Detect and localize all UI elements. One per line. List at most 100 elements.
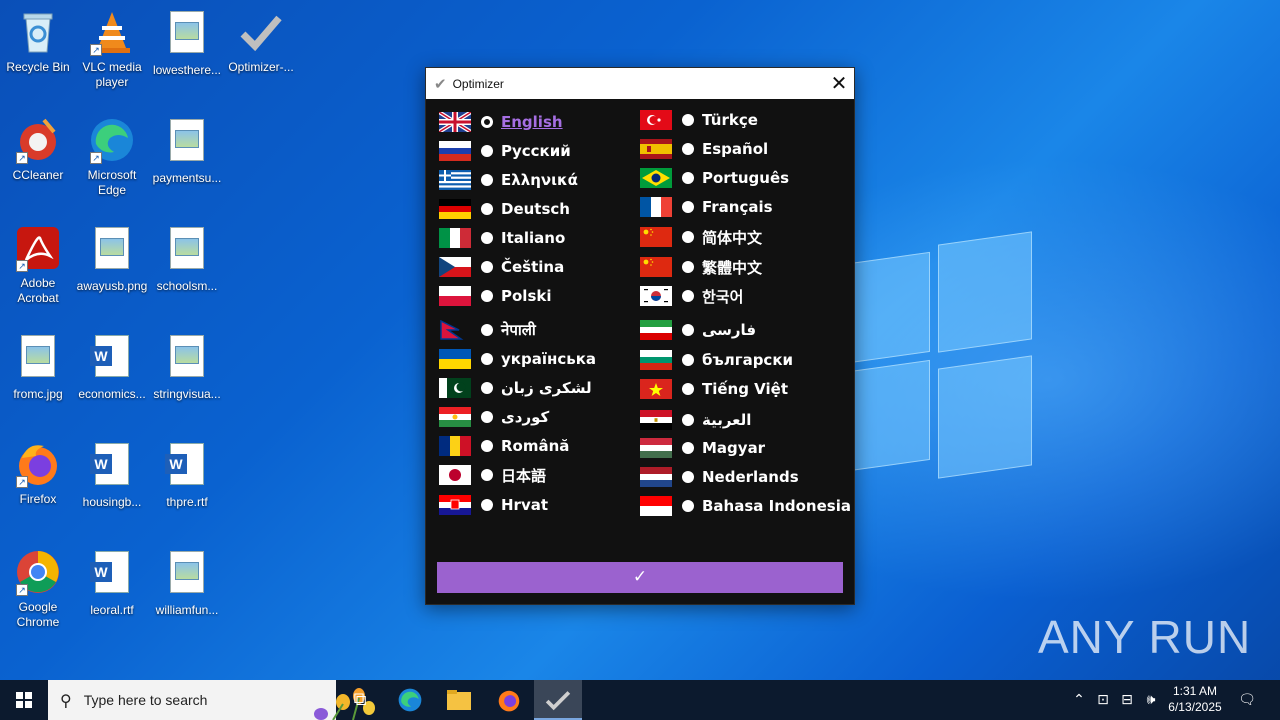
language-radio-button[interactable]: [682, 414, 694, 426]
language-radio-button[interactable]: [682, 471, 694, 483]
language-radio-button[interactable]: [682, 354, 694, 366]
desktop-icon-fromc[interactable]: fromc.jpg: [0, 332, 76, 402]
language-option-uk[interactable]: English: [439, 110, 563, 134]
language-option-ru[interactable]: Русский: [439, 139, 571, 163]
language-option-gr[interactable]: Ελληνικά: [439, 168, 578, 192]
language-radio-button[interactable]: [481, 411, 493, 423]
desktop-icon-edge[interactable]: ↗ Microsoft Edge: [74, 116, 150, 198]
language-option-cn-traditional[interactable]: 繁體中文: [640, 255, 762, 279]
language-option-vn[interactable]: Tiếng Việt: [640, 377, 788, 401]
image-file-icon: [88, 227, 136, 275]
language-option-id[interactable]: Bahasa Indonesia: [640, 494, 851, 518]
language-radio-button[interactable]: [682, 172, 694, 184]
network-icon: ⊟: [1121, 692, 1133, 708]
language-option-np[interactable]: नेपाली: [439, 318, 536, 342]
language-radio-button[interactable]: [682, 201, 694, 213]
taskbar-explorer-button[interactable]: [435, 680, 483, 720]
language-option-br[interactable]: Português: [640, 166, 789, 190]
language-radio-button[interactable]: [682, 231, 694, 243]
language-radio-button[interactable]: [682, 290, 694, 302]
desktop-icon-acrobat[interactable]: ↗ Adobe Acrobat: [0, 224, 76, 306]
language-radio-button[interactable]: [481, 382, 493, 394]
desktop-icon-awayusb[interactable]: awayusb.png: [74, 224, 150, 294]
language-option-pk[interactable]: لشکری زبان: [439, 376, 592, 400]
desktop-icon-ccleaner[interactable]: ↗ CCleaner: [0, 116, 76, 183]
desktop-icon-recycle-bin[interactable]: Recycle Bin: [0, 8, 76, 75]
meet-now-button[interactable]: ⊡: [1092, 680, 1114, 720]
desktop-icon-chrome[interactable]: ↗ Google Chrome: [0, 548, 76, 630]
desktop-icon-optimizer[interactable]: Optimizer-...: [223, 8, 299, 75]
desktop-icon-label: thpre.rtf: [166, 495, 208, 509]
desktop-icon-schoolsm[interactable]: schoolsm...: [149, 224, 225, 294]
language-radio-button[interactable]: [481, 499, 493, 511]
language-option-ku[interactable]: کوردی: [439, 405, 549, 429]
language-radio-button[interactable]: [682, 143, 694, 155]
language-option-hu[interactable]: Magyar: [640, 436, 765, 460]
language-radio-button[interactable]: [481, 232, 493, 244]
acrobat-icon: ↗: [14, 224, 62, 272]
taskbar-firefox-button[interactable]: [485, 680, 533, 720]
language-radio-button[interactable]: [481, 440, 493, 452]
language-radio-button[interactable]: [682, 261, 694, 273]
language-radio-button[interactable]: [481, 469, 493, 481]
confirm-button[interactable]: ✓: [437, 562, 843, 593]
language-radio-button[interactable]: [682, 324, 694, 336]
desktop-icon-firefox[interactable]: ↗ Firefox: [0, 440, 76, 507]
notification-center-button[interactable]: 🗨: [1232, 680, 1262, 720]
desktop-icon-label: economics...: [78, 387, 146, 401]
language-option-ua[interactable]: українська: [439, 347, 596, 371]
image-file-icon: [14, 335, 62, 383]
desktop-icon-stringvisua[interactable]: stringvisua...: [149, 332, 225, 402]
language-option-hr[interactable]: Hrvat: [439, 493, 548, 517]
taskbar-optimizer-button[interactable]: [534, 680, 582, 720]
language-option-de[interactable]: Deutsch: [439, 197, 570, 221]
language-option-ro[interactable]: Română: [439, 434, 569, 458]
taskbar-edge-button[interactable]: [386, 680, 434, 720]
language-radio-button[interactable]: [481, 290, 493, 302]
language-radio-button[interactable]: [481, 353, 493, 365]
task-view-button[interactable]: ⧉: [336, 680, 384, 720]
language-radio-button[interactable]: [481, 203, 493, 215]
optimizer-window: ✔ Optimizer ✕ English Русский Ελληνικά Deut…: [425, 67, 855, 605]
network-button[interactable]: ⊟: [1116, 680, 1138, 720]
desktop-icon-leoral[interactable]: leoral.rtf: [74, 548, 150, 618]
desktop-icon-thpre[interactable]: thpre.rtf: [149, 440, 225, 510]
language-option-bg[interactable]: български: [640, 348, 793, 372]
language-radio-button[interactable]: [682, 500, 694, 512]
language-option-kr[interactable]: 한국어: [640, 284, 743, 308]
desktop-icon-vlc[interactable]: ↗ VLC media player: [74, 8, 150, 90]
language-option-it[interactable]: Italiano: [439, 226, 565, 250]
language-radio-button[interactable]: [481, 261, 493, 273]
language-radio-button[interactable]: [682, 383, 694, 395]
image-file-icon: [163, 551, 211, 599]
language-radio-button[interactable]: [481, 116, 493, 128]
language-option-cn[interactable]: 简体中文: [640, 225, 762, 249]
language-radio-button[interactable]: [481, 145, 493, 157]
language-radio-button[interactable]: [481, 324, 493, 336]
taskbar-search-box[interactable]: ⚲ Type here to search: [48, 680, 375, 720]
title-bar[interactable]: ✔ Optimizer ✕: [426, 68, 854, 99]
flag-ua-icon: [439, 349, 471, 369]
close-button[interactable]: ✕: [824, 68, 854, 99]
desktop-icon-paymentsu[interactable]: paymentsu...: [149, 116, 225, 186]
language-option-fr[interactable]: Français: [640, 195, 773, 219]
language-radio-button[interactable]: [481, 174, 493, 186]
language-option-eg[interactable]: العربية: [640, 408, 751, 432]
start-button[interactable]: [0, 680, 48, 720]
language-option-ir[interactable]: فارسی: [640, 318, 756, 342]
desktop-icon-housingb[interactable]: housingb...: [74, 440, 150, 510]
language-option-cz[interactable]: Čeština: [439, 255, 564, 279]
desktop-icon-williamfun[interactable]: williamfun...: [149, 548, 225, 618]
show-hidden-icons-button[interactable]: ⌃: [1068, 680, 1090, 720]
volume-button[interactable]: 🕪: [1140, 680, 1162, 720]
language-option-es[interactable]: Español: [640, 137, 768, 161]
desktop-icon-economics[interactable]: economics...: [74, 332, 150, 402]
taskbar-clock[interactable]: 1:31 AM 6/13/2025: [1160, 683, 1230, 715]
language-option-pl[interactable]: Polski: [439, 284, 552, 308]
desktop-icon-lowesthere[interactable]: lowesthere...: [149, 8, 225, 78]
language-radio-button[interactable]: [682, 442, 694, 454]
language-option-tr[interactable]: Türkçe: [640, 108, 758, 132]
language-option-nl[interactable]: Nederlands: [640, 465, 799, 489]
language-option-jp[interactable]: 日本語: [439, 463, 546, 487]
language-radio-button[interactable]: [682, 114, 694, 126]
